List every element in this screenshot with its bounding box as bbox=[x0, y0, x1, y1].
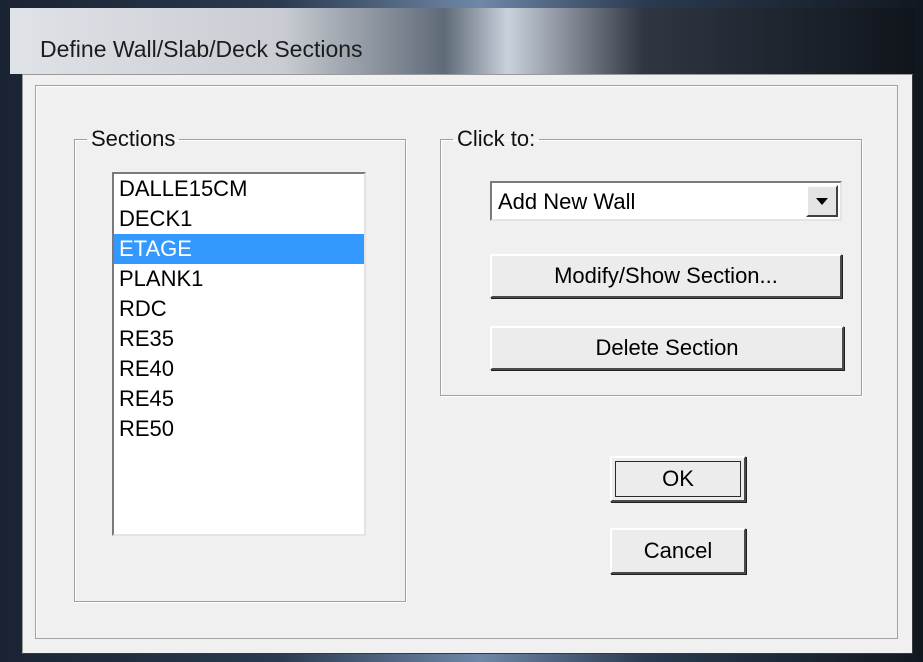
section-list-item[interactable]: RE35 bbox=[114, 324, 364, 354]
dropdown-button[interactable] bbox=[806, 185, 838, 217]
section-list-item[interactable]: RDC bbox=[114, 294, 364, 324]
add-section-type-dropdown[interactable]: Add New Wall bbox=[490, 181, 842, 221]
section-list-item-selected[interactable]: ETAGE bbox=[114, 234, 364, 264]
chevron-down-icon bbox=[816, 198, 828, 205]
ok-button[interactable]: OK bbox=[610, 456, 746, 502]
section-list-item[interactable]: DECK1 bbox=[114, 204, 364, 234]
sections-listbox[interactable]: DALLE15CM DECK1 ETAGE PLANK1 RDC RE35 RE… bbox=[112, 172, 366, 536]
section-list-item[interactable]: DALLE15CM bbox=[114, 174, 364, 204]
sections-label: Sections bbox=[91, 126, 176, 151]
title-bar[interactable]: Define Wall/Slab/Deck Sections bbox=[10, 8, 915, 74]
window-frame: Define Wall/Slab/Deck Sections Sections … bbox=[0, 0, 923, 662]
click-to-label: Click to: bbox=[457, 126, 536, 151]
section-list-item[interactable]: RE40 bbox=[114, 354, 364, 384]
dialog-panel: Sections DALLE15CM DECK1 ETAGE PLANK1 RD… bbox=[35, 85, 898, 639]
section-list-item[interactable]: RE45 bbox=[114, 384, 364, 414]
dropdown-selected-value: Add New Wall bbox=[498, 189, 636, 214]
dialog-body: Sections DALLE15CM DECK1 ETAGE PLANK1 RD… bbox=[22, 74, 913, 654]
cancel-button[interactable]: Cancel bbox=[610, 528, 746, 574]
section-list-item[interactable]: RE50 bbox=[114, 414, 364, 444]
section-list-item[interactable]: PLANK1 bbox=[114, 264, 364, 294]
focus-rectangle bbox=[615, 461, 741, 497]
window-title: Define Wall/Slab/Deck Sections bbox=[40, 36, 363, 62]
modify-show-section-button[interactable]: Modify/Show Section... bbox=[490, 254, 842, 298]
delete-section-button[interactable]: Delete Section bbox=[490, 326, 844, 370]
